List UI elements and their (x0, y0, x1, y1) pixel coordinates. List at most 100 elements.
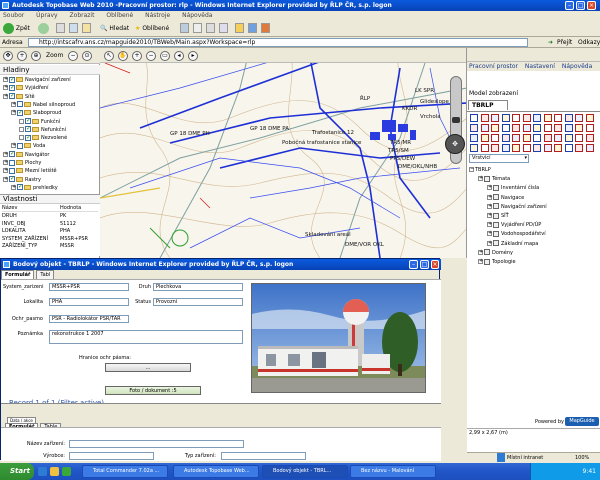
edit-tool-icon[interactable] (585, 124, 594, 132)
tree-item[interactable]: + Vyjádření PD/ÚP (487, 221, 541, 229)
edit-tool-icon[interactable] (533, 134, 541, 142)
expand-icon[interactable]: + (478, 249, 483, 255)
layer-item[interactable]: + Nabel silnoproud (11, 101, 75, 109)
popup-close-button[interactable]: × (431, 260, 439, 269)
layer-checkbox[interactable] (9, 150, 15, 158)
expand-icon[interactable]: + (478, 259, 483, 264)
tree-item[interactable]: + Základní mapa (487, 240, 538, 248)
tab-table[interactable]: Tabl (36, 270, 55, 279)
edit-tool-icon[interactable] (501, 144, 510, 152)
map-canvas[interactable]: GP 18 DME PH GP 18 DME PA Trafostanice 1… (100, 48, 467, 258)
expand-icon[interactable]: + (11, 143, 16, 149)
messenger-icon[interactable] (248, 23, 257, 33)
select-icon[interactable]: ↖ (104, 51, 114, 61)
edit-tool-icon[interactable] (554, 144, 562, 152)
poznamka-field[interactable]: rekonstrukce 1 2007 (49, 330, 243, 344)
menu-workspace[interactable]: Pracovní prostor (469, 63, 518, 70)
tree-item[interactable]: + Domény (478, 249, 513, 257)
popup-maximize-button[interactable]: □ (420, 260, 429, 269)
expand-icon[interactable]: + (3, 85, 8, 91)
ie-quicklaunch-icon[interactable] (38, 467, 47, 476)
expand-icon[interactable]: + (3, 160, 8, 165)
layer-checkbox[interactable] (17, 142, 23, 149)
vyrobce-field[interactable] (69, 452, 154, 460)
tree-item[interactable]: + Témata (478, 175, 510, 183)
layer-item[interactable]: + Sítě (3, 92, 35, 101)
zoom-out-map-icon[interactable]: − (146, 51, 156, 61)
zoom-out-icon[interactable]: − (68, 51, 78, 61)
layer-checkbox[interactable] (25, 134, 31, 142)
layer-item[interactable]: + prehledky (11, 183, 58, 192)
edit-tool-icon[interactable] (522, 114, 531, 122)
expand-icon[interactable]: + (487, 231, 492, 237)
edit-tool-icon[interactable] (491, 144, 499, 152)
expand-icon[interactable]: + (487, 222, 492, 228)
print-icon[interactable] (206, 23, 215, 33)
edit-tool-icon[interactable] (501, 114, 510, 122)
pan-icon[interactable]: ✥ (3, 51, 13, 61)
layer-checkbox[interactable] (17, 109, 23, 117)
edit-tool-icon[interactable] (470, 144, 478, 152)
links-label[interactable]: Odkazy (578, 38, 600, 47)
druh-field[interactable]: Plechkova (153, 283, 243, 291)
layer-item[interactable]: + Voda (11, 142, 45, 150)
layer-checkbox[interactable] (17, 101, 23, 108)
pan-map-icon[interactable]: ✋ (118, 51, 128, 61)
edit-tool-icon[interactable] (575, 144, 583, 152)
go-arrow-icon[interactable]: ➜ (548, 38, 553, 47)
edit-tool-icon[interactable] (585, 134, 594, 142)
edit-tool-icon[interactable] (543, 134, 552, 142)
folder-icon[interactable] (235, 23, 244, 33)
edit-tool-icon[interactable] (554, 134, 562, 142)
layer-checkbox[interactable] (9, 76, 15, 84)
tree-root[interactable]: −TBRLP (469, 166, 491, 174)
status-field[interactable]: Provozní (153, 298, 243, 306)
menu-tools[interactable]: Nástroje (145, 12, 170, 19)
layer-item[interactable]: + Mezní letiště (3, 167, 57, 175)
expand-icon[interactable]: + (487, 194, 492, 200)
menu-app-help[interactable]: Nápověda (562, 63, 592, 70)
expand-icon[interactable]: + (3, 77, 8, 82)
zoom-select-icon[interactable]: ⊕ (31, 51, 41, 61)
menu-favorites[interactable]: Oblíbené (106, 12, 133, 19)
edit-tool-icon[interactable] (554, 114, 562, 122)
forward-button[interactable] (38, 23, 49, 34)
edit-tool-icon[interactable] (543, 144, 552, 152)
edit-tool-icon[interactable] (480, 114, 489, 122)
layer-checkbox[interactable] (25, 125, 31, 133)
edit-tool-icon[interactable] (522, 144, 531, 152)
address-input[interactable]: http://intscafrv.ans.cz/mapguide2010/TBW… (28, 38, 528, 47)
edit-tool-icon[interactable] (522, 124, 531, 132)
view-select[interactable]: Vrstvicí ▾ (469, 154, 529, 163)
layer-item[interactable]: + Vyjádření (3, 84, 48, 92)
edit-tool-icon[interactable] (501, 134, 510, 142)
nazev-field[interactable] (69, 440, 244, 448)
edit-tool-icon[interactable] (575, 134, 583, 142)
zoom-percent[interactable]: 100% (575, 454, 589, 462)
collapse-icon[interactable]: − (469, 167, 474, 172)
close-button[interactable]: × (587, 1, 596, 10)
layer-item[interactable]: + Plochy (3, 159, 41, 167)
minimize-button[interactable]: – (565, 1, 574, 10)
layer-checkbox[interactable] (9, 175, 15, 183)
layer-item[interactable]: + Navigátor (3, 150, 49, 159)
expand-icon[interactable]: + (487, 240, 492, 246)
zoom-previous-icon[interactable]: ◂ (174, 51, 184, 61)
zoom-slider-handle[interactable] (452, 117, 460, 123)
expand-icon[interactable]: + (3, 176, 8, 182)
expand-icon[interactable] (19, 118, 24, 124)
edit-tool-icon[interactable] (501, 124, 510, 132)
edit-tool-icon[interactable] (512, 144, 520, 152)
tree-item[interactable]: + Inventární čísla (487, 184, 539, 192)
popup-title-bar[interactable]: Bodový objekt - TBRLP - Windows Internet… (1, 259, 441, 270)
edit-icon[interactable] (219, 23, 228, 33)
taskbar-item[interactable]: Total Commander 7.02a ... (82, 465, 168, 478)
layer-item[interactable]: Nefunkční (19, 125, 66, 134)
edit-tool-icon[interactable] (543, 114, 552, 122)
tool-icon[interactable] (261, 23, 270, 33)
tab-tbrlp[interactable]: TBRLP (468, 100, 508, 110)
tree-item[interactable]: + Vodohospodářství (487, 230, 546, 238)
edit-tool-icon[interactable] (564, 114, 573, 122)
hranice-button[interactable]: ... (105, 363, 191, 372)
expand-icon[interactable]: + (487, 185, 492, 191)
